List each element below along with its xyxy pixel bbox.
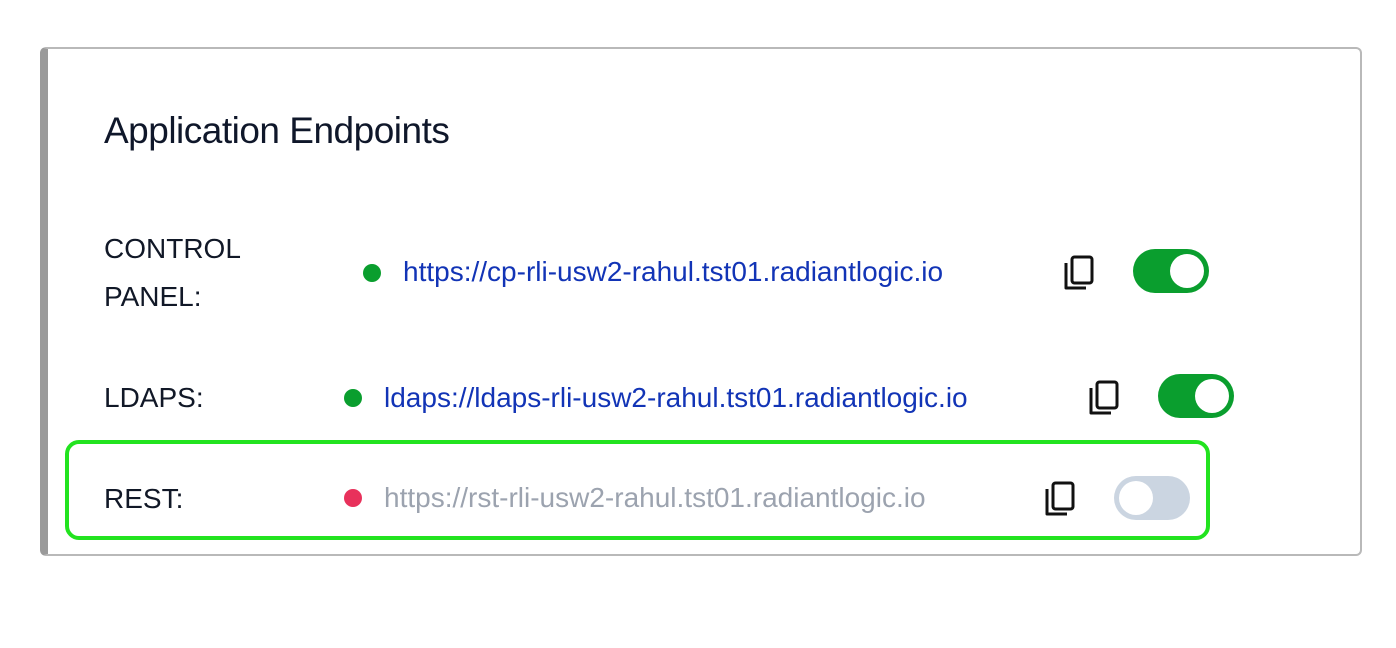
ldaps-label: LDAPS: [104, 382, 204, 413]
control-panel-url-link[interactable]: https://cp-rli-usw2-rahul.tst01.radiantl… [403, 252, 943, 292]
toggle-knob [1195, 379, 1229, 413]
ldaps-url-link[interactable]: ldaps://ldaps-rli-usw2-rahul.tst01.radia… [384, 378, 968, 418]
copy-icon[interactable] [1087, 379, 1121, 417]
copy-icon[interactable] [1062, 254, 1096, 292]
control-panel-label-line1: CONTROL [104, 233, 241, 264]
card-title: Application Endpoints [104, 110, 450, 151]
rest-label: REST: [104, 483, 184, 514]
control-panel-label-line2: PANEL: [104, 281, 202, 312]
toggle-knob [1119, 481, 1153, 515]
toggle-knob [1170, 254, 1204, 288]
status-offline-icon [344, 489, 362, 507]
control-panel-toggle[interactable] [1133, 249, 1209, 293]
ldaps-toggle[interactable] [1158, 374, 1234, 418]
rest-url-link[interactable]: https://rst-rli-usw2-rahul.tst01.radiant… [384, 478, 926, 518]
status-online-icon [344, 389, 362, 407]
rest-toggle[interactable] [1114, 476, 1190, 520]
status-online-icon [363, 264, 381, 282]
copy-icon[interactable] [1043, 480, 1077, 518]
